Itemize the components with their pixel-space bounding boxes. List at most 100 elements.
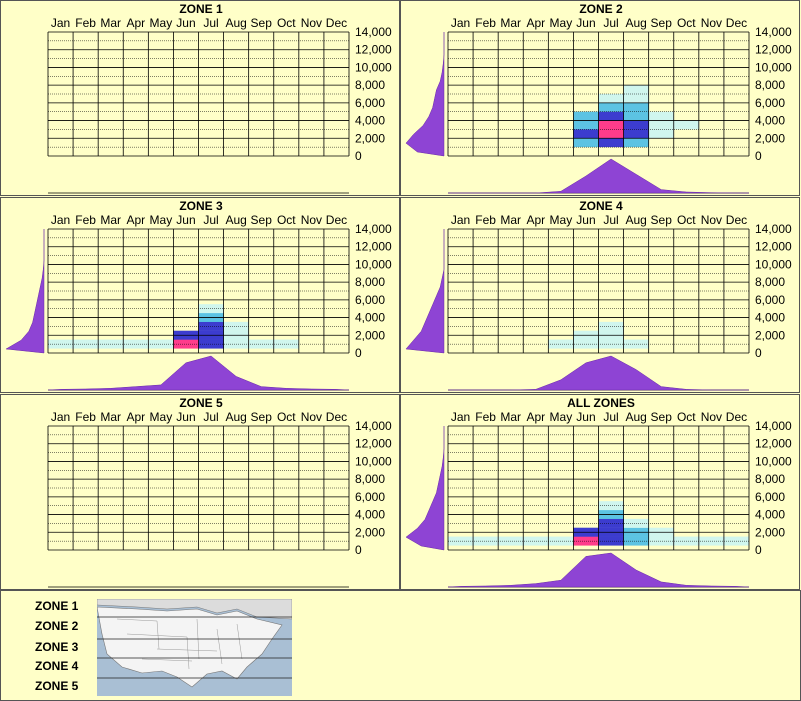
elevation-tick-label: 10,000 xyxy=(355,454,392,468)
elevation-tick-label: 2,000 xyxy=(355,328,385,342)
legend-zone-1: ZONE 1 xyxy=(35,599,79,613)
month-profile xyxy=(448,158,749,194)
heat-cell xyxy=(598,120,624,130)
heat-cell xyxy=(573,120,599,130)
heat-cell xyxy=(598,129,624,139)
elevation-tick-label: 4,000 xyxy=(355,311,385,325)
zone-legend: ZONE 1 ZONE 2 ZONE 3 ZONE 4 ZONE 5 xyxy=(0,590,801,701)
month-tick-label: May xyxy=(550,213,573,227)
heat-cell xyxy=(623,93,649,103)
elevation-tick-label: 8,000 xyxy=(755,275,785,289)
month-tick-label: Aug xyxy=(225,16,246,30)
month-tick-label: Nov xyxy=(301,213,322,227)
elevation-tick-label: 14,000 xyxy=(355,25,392,39)
month-profile xyxy=(447,552,750,588)
elevation-tick-label: 4,000 xyxy=(755,114,785,128)
month-tick-label: Apr xyxy=(526,213,545,227)
zone-panel: ZONE 1 Jan Feb Mar Apr May Jun Jul Aug Sep Oct Nov D… xyxy=(0,0,400,196)
heat-cell xyxy=(623,111,649,121)
elevation-tick-label: 2,000 xyxy=(355,525,385,539)
month-tick-label: Jan xyxy=(51,213,70,227)
elevation-tick-label: 0 xyxy=(755,346,762,360)
month-tick-label: Jul xyxy=(603,16,618,30)
elevation-tick-label: 4,000 xyxy=(755,508,785,522)
elevation-tick-label: 0 xyxy=(355,149,362,163)
heat-cell xyxy=(573,111,599,121)
month-tick-label: May xyxy=(550,16,573,30)
month-tick-label: Jan xyxy=(51,410,70,424)
month-tick-label: Mar xyxy=(100,410,121,424)
elevation-tick-label: 8,000 xyxy=(355,472,385,486)
month-tick-label: Mar xyxy=(500,16,521,30)
month-tick-label: Oct xyxy=(277,213,296,227)
elevation-profile xyxy=(5,229,45,354)
heat-cell xyxy=(598,102,624,112)
panel-plot: Jan Feb Mar Apr May Jun Jul Aug Sep Oct Nov Dec 14,0… xyxy=(405,16,792,194)
month-tick-label: Dec xyxy=(326,213,347,227)
month-tick-label: Dec xyxy=(726,16,747,30)
elevation-tick-label: 10,000 xyxy=(755,60,792,74)
month-profile xyxy=(47,355,350,391)
month-tick-label: Aug xyxy=(625,410,646,424)
month-tick-label: Aug xyxy=(625,213,646,227)
zone-panel: ZONE 4 Jan Feb Mar Apr May Jun Jul Aug Sep Oct Nov D… xyxy=(400,197,800,393)
panel-plot: Jan Feb Mar Apr May Jun Jul Aug Sep Oct Nov Dec 14,0… xyxy=(5,213,392,391)
elevation-tick-label: 0 xyxy=(755,543,762,557)
elevation-tick-label: 6,000 xyxy=(755,293,785,307)
elevation-profile xyxy=(405,229,445,354)
elevation-tick-label: 14,000 xyxy=(755,419,792,433)
legend-zone-5: ZONE 5 xyxy=(35,679,79,693)
month-tick-label: Jan xyxy=(451,213,470,227)
heat-cell xyxy=(623,138,649,148)
elevation-tick-label: 10,000 xyxy=(355,257,392,271)
elevation-tick-label: 12,000 xyxy=(755,437,792,451)
elevation-tick-label: 6,000 xyxy=(755,490,785,504)
month-tick-label: Oct xyxy=(677,410,696,424)
month-tick-label: Feb xyxy=(75,16,96,30)
month-tick-label: Mar xyxy=(100,16,121,30)
month-tick-label: Oct xyxy=(677,213,696,227)
month-tick-label: Sep xyxy=(251,410,273,424)
month-tick-label: Dec xyxy=(326,410,347,424)
month-tick-label: Sep xyxy=(251,213,273,227)
panel-plot: Jan Feb Mar Apr May Jun Jul Aug Sep Oct Nov Dec 14,0… xyxy=(405,410,792,588)
elevation-tick-label: 4,000 xyxy=(355,508,385,522)
elevation-tick-label: 6,000 xyxy=(755,96,785,110)
month-tick-label: Nov xyxy=(701,213,722,227)
month-tick-label: Dec xyxy=(726,213,747,227)
legend-zone-3: ZONE 3 xyxy=(35,640,79,654)
elevation-tick-label: 2,000 xyxy=(755,525,785,539)
month-tick-label: Apr xyxy=(126,213,145,227)
zone-panel: ZONE 3 Jan Feb Mar Apr May Jun Jul Aug Sep Oct Nov D… xyxy=(0,197,400,393)
month-tick-label: Feb xyxy=(475,213,496,227)
month-tick-label: Feb xyxy=(475,16,496,30)
month-tick-label: Jul xyxy=(603,410,618,424)
month-tick-label: Oct xyxy=(677,16,696,30)
month-profile xyxy=(448,355,749,391)
month-tick-label: Mar xyxy=(100,213,121,227)
month-tick-label: May xyxy=(150,213,173,227)
month-tick-label: Sep xyxy=(651,213,673,227)
heat-cell xyxy=(598,111,624,121)
month-tick-label: Jun xyxy=(576,213,595,227)
month-tick-label: Nov xyxy=(701,16,722,30)
elevation-tick-label: 10,000 xyxy=(755,257,792,271)
month-tick-label: Dec xyxy=(326,16,347,30)
heat-cell xyxy=(648,120,674,130)
panel-plot: Jan Feb Mar Apr May Jun Jul Aug Sep Oct Nov Dec 14,0… xyxy=(47,410,392,588)
month-tick-label: Feb xyxy=(75,213,96,227)
elevation-tick-label: 6,000 xyxy=(355,490,385,504)
month-tick-label: Mar xyxy=(500,213,521,227)
month-tick-label: Jul xyxy=(203,213,218,227)
heat-cell xyxy=(573,129,599,139)
month-tick-label: Jun xyxy=(176,16,195,30)
elevation-tick-label: 0 xyxy=(355,346,362,360)
elevation-tick-label: 2,000 xyxy=(755,328,785,342)
month-tick-label: Oct xyxy=(277,410,296,424)
month-tick-label: May xyxy=(150,16,173,30)
month-tick-label: Jan xyxy=(451,410,470,424)
elevation-tick-label: 4,000 xyxy=(755,311,785,325)
legend-zone-4: ZONE 4 xyxy=(35,659,79,673)
month-tick-label: Aug xyxy=(225,410,246,424)
elevation-tick-label: 0 xyxy=(355,543,362,557)
